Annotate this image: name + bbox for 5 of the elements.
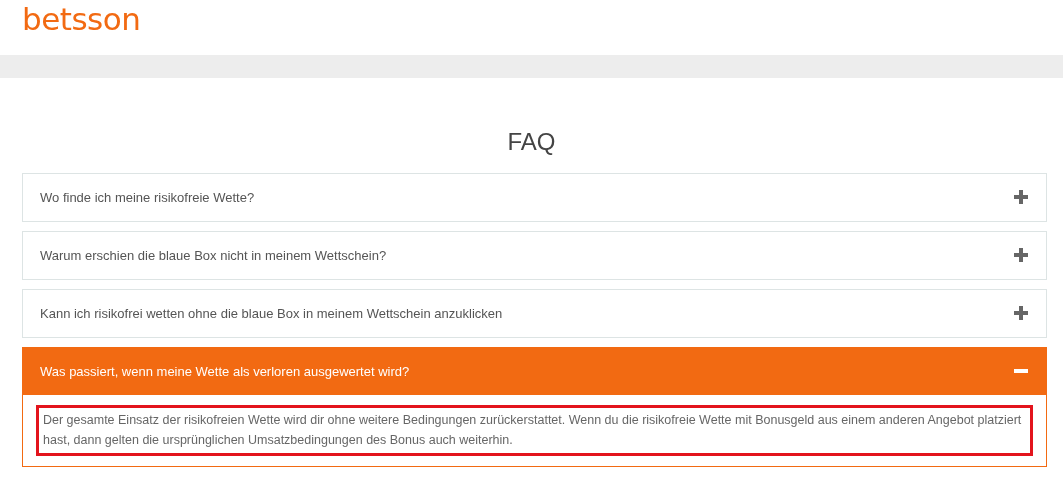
plus-icon xyxy=(1014,248,1028,263)
plus-icon xyxy=(1014,306,1028,321)
plus-icon xyxy=(1014,190,1028,205)
page-title: FAQ xyxy=(506,128,557,157)
faq-answer: Der gesamte Einsatz der risikofreien Wette wird dir ohne weitere Bedingungen zurückerstattet. Wenn du die risikofreie Wette mit Bonusgeld aus einem anderen Angebot platziert hast, dann gelten die ursprünglichen Umsatzbedingungen des Bonus auch weiterhin. xyxy=(36,404,1033,457)
